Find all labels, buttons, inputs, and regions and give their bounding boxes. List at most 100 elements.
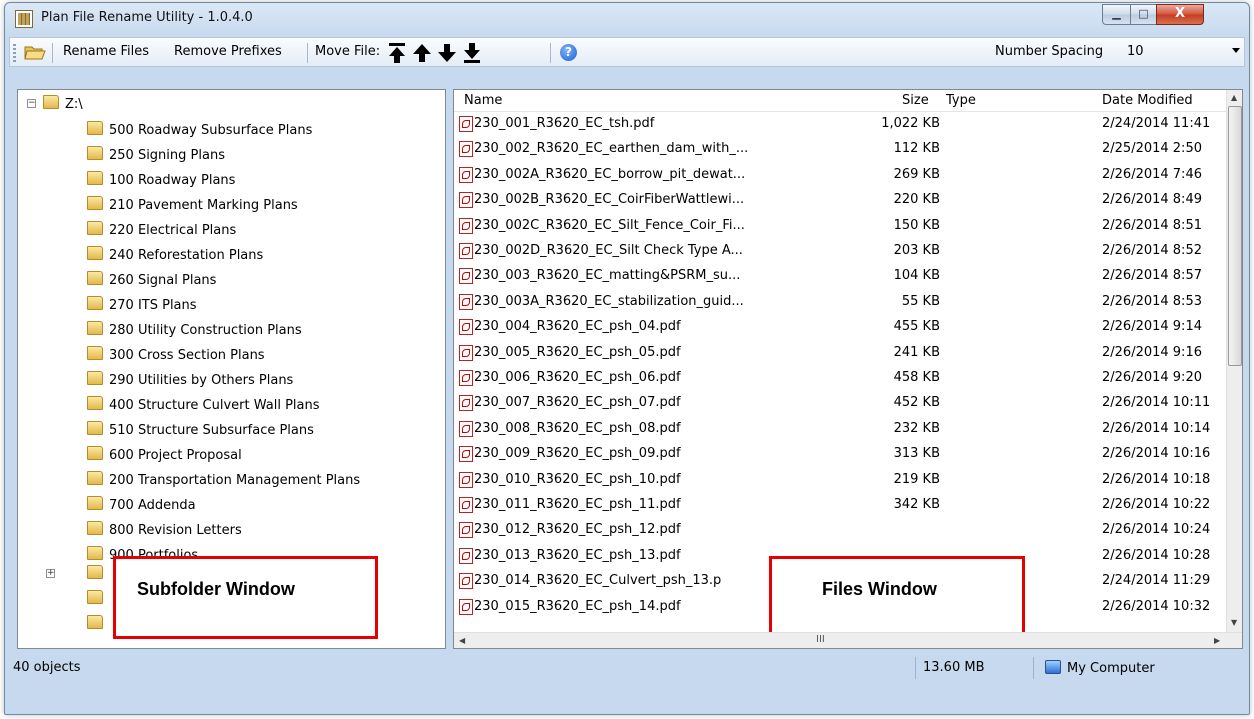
scroll-grip[interactable]: III xyxy=(816,634,825,645)
file-name: 230_008_R3620_EC_psh_08.pdf xyxy=(474,420,681,436)
rename-files-button[interactable]: Rename Files xyxy=(63,44,149,59)
tree-folder[interactable]: 240 Reforestation Plans xyxy=(87,245,263,265)
subfolder-tree[interactable]: − Z:\ 500 Roadway Subsurface Plans 250 Si… xyxy=(17,89,446,649)
folder-icon xyxy=(87,196,103,210)
tree-folder[interactable]: 250 Signing Plans xyxy=(87,145,225,165)
remove-prefixes-button[interactable]: Remove Prefixes xyxy=(174,44,282,59)
tree-root[interactable]: Z:\ xyxy=(43,94,83,114)
tree-folder[interactable] xyxy=(87,564,109,584)
file-row[interactable]: 230_007_R3620_EC_psh_07.pdf 452 KB 2/26/20… xyxy=(454,393,1226,414)
tree-folder-label: 700 Addenda xyxy=(109,498,196,513)
tree-folder[interactable]: 510 Structure Subsurface Plans xyxy=(87,420,314,440)
file-row[interactable]: 230_001_R3620_EC_tsh.pdf 1,022 KB 2/24/201… xyxy=(454,114,1226,135)
tree-folder[interactable]: 700 Addenda xyxy=(87,495,196,515)
file-row[interactable]: 230_004_R3620_EC_psh_04.pdf 455 KB 2/26/20… xyxy=(454,317,1226,338)
file-date: 2/26/2014 10:28 xyxy=(1102,547,1211,563)
toolbar-separator xyxy=(52,43,53,63)
file-row[interactable]: 230_010_R3620_EC_psh_10.pdf 219 KB 2/26/20… xyxy=(454,470,1226,491)
scroll-up-icon[interactable]: ▲ xyxy=(1231,93,1237,102)
file-size: 112 KB xyxy=(893,141,940,157)
files-list[interactable]: Name Size Type Date Modified 230_001_R36… xyxy=(453,89,1243,649)
folder-icon xyxy=(87,396,103,410)
file-row[interactable]: 230_002B_R3620_EC_CoirFiberWattlewi... 22… xyxy=(454,190,1226,211)
number-spacing-select[interactable]: 10 xyxy=(1122,41,1244,64)
tree-folder[interactable]: 260 Signal Plans xyxy=(87,270,216,290)
tree-folder[interactable]: 500 Roadway Subsurface Plans xyxy=(87,120,312,140)
file-row[interactable]: 230_003A_R3620_EC_stabilization_guid... 5… xyxy=(454,292,1226,313)
move-down-icon[interactable] xyxy=(437,42,457,64)
tree-folder[interactable]: 200 Transportation Management Plans xyxy=(87,470,360,490)
pdf-icon xyxy=(459,547,473,564)
tree-folder[interactable]: 800 Revision Letters xyxy=(87,520,242,540)
tree-folder-label: 500 Roadway Subsurface Plans xyxy=(109,123,313,138)
open-folder-icon[interactable] xyxy=(24,43,46,61)
pdf-icon xyxy=(459,217,473,234)
tree-folder[interactable]: 100 Roadway Plans xyxy=(87,170,235,190)
file-row[interactable]: 230_008_R3620_EC_psh_08.pdf 232 KB 2/26/20… xyxy=(454,419,1226,440)
tree-folder-label: 210 Pavement Marking Plans xyxy=(109,198,298,213)
folder-icon xyxy=(87,521,103,535)
pdf-icon xyxy=(459,141,473,158)
status-location-label: My Computer xyxy=(1067,661,1155,676)
tree-folder[interactable]: 280 Utility Construction Plans xyxy=(87,320,302,340)
help-icon[interactable]: ? xyxy=(560,44,577,61)
maximize-button[interactable]: □ xyxy=(1130,4,1157,25)
tree-folder[interactable]: 290 Utilities by Others Plans xyxy=(87,370,293,390)
minimize-button[interactable]: ▁ xyxy=(1102,4,1131,25)
title-bar[interactable]: Plan File Rename Utility - 1.0.4.0 ▁ □ X xyxy=(5,3,1249,35)
file-row[interactable]: 230_012_R3620_EC_psh_12.pdf 2/26/2014 10:… xyxy=(454,520,1226,541)
tree-folder-label: 260 Signal Plans xyxy=(109,273,217,288)
file-row[interactable]: 230_006_R3620_EC_psh_06.pdf 458 KB 2/26/20… xyxy=(454,368,1226,389)
window-title: Plan File Rename Utility - 1.0.4.0 xyxy=(41,10,253,25)
vertical-scrollbar[interactable]: ▲ ▼ xyxy=(1226,90,1242,632)
move-up-icon[interactable] xyxy=(412,42,432,64)
tree-folder[interactable]: 400 Structure Culvert Wall Plans xyxy=(87,395,320,415)
vertical-scroll-thumb[interactable] xyxy=(1228,106,1242,366)
status-location: My Computer xyxy=(1045,657,1155,679)
file-date: 2/26/2014 10:14 xyxy=(1102,420,1211,436)
tree-folder[interactable] xyxy=(87,614,109,634)
subfolder-window-callout: Subfolder Window xyxy=(113,556,378,639)
file-row[interactable]: 230_005_R3620_EC_psh_05.pdf 241 KB 2/26/20… xyxy=(454,343,1226,364)
tree-folder-label: 250 Signing Plans xyxy=(109,148,225,163)
folder-icon xyxy=(87,615,103,629)
pdf-icon xyxy=(459,268,473,285)
file-row[interactable]: 230_002_R3620_EC_earthen_dam_with_... 112… xyxy=(454,139,1226,160)
tree-folder[interactable] xyxy=(87,589,109,609)
column-name[interactable]: Name xyxy=(464,93,502,108)
pdf-icon xyxy=(459,395,473,412)
tree-folder[interactable]: 270 ITS Plans xyxy=(87,295,197,315)
tree-folder[interactable]: 300 Cross Section Plans xyxy=(87,345,265,365)
scroll-left-icon[interactable]: ◀ xyxy=(459,636,465,645)
scroll-down-icon[interactable]: ▼ xyxy=(1231,618,1237,627)
file-row[interactable]: 230_002D_R3620_EC_Silt Check Type A... 20… xyxy=(454,241,1226,262)
column-type[interactable]: Type xyxy=(946,93,976,108)
file-row[interactable]: 230_009_R3620_EC_psh_09.pdf 313 KB 2/26/20… xyxy=(454,444,1226,465)
pdf-icon xyxy=(459,446,473,463)
tree-folder-label: 100 Roadway Plans xyxy=(109,173,236,188)
chevron-down-icon[interactable] xyxy=(1232,48,1240,53)
tree-folder[interactable]: 220 Electrical Plans xyxy=(87,220,236,240)
toolbar-grip[interactable] xyxy=(13,44,16,62)
file-date: 2/26/2014 10:24 xyxy=(1102,522,1211,538)
collapse-icon[interactable]: − xyxy=(27,99,36,108)
file-row[interactable]: 230_002C_R3620_EC_Silt_Fence_Coir_Fi... 1… xyxy=(454,216,1226,237)
close-button[interactable]: X xyxy=(1156,4,1204,25)
move-to-top-icon[interactable] xyxy=(387,42,407,64)
folder-icon xyxy=(87,421,103,435)
expand-icon[interactable]: + xyxy=(46,569,55,578)
move-to-bottom-icon[interactable] xyxy=(462,42,482,64)
tree-folder[interactable]: 210 Pavement Marking Plans xyxy=(87,195,298,215)
scroll-right-icon[interactable]: ▶ xyxy=(1214,636,1220,645)
column-size[interactable]: Size xyxy=(902,93,929,108)
file-size: 455 KB xyxy=(893,319,940,335)
pdf-icon xyxy=(459,116,473,132)
file-row[interactable]: 230_002A_R3620_EC_borrow_pit_dewat... 269… xyxy=(454,165,1226,186)
horizontal-scrollbar[interactable]: ◀ III ▶ xyxy=(454,632,1242,648)
status-object-count: 40 objects xyxy=(13,660,81,675)
file-size: 150 KB xyxy=(893,217,940,233)
column-date-modified[interactable]: Date Modified xyxy=(1102,93,1193,108)
file-row[interactable]: 230_011_R3620_EC_psh_11.pdf 342 KB 2/26/20… xyxy=(454,495,1226,516)
file-row[interactable]: 230_003_R3620_EC_matting&PSRM_su... 104 K… xyxy=(454,266,1226,287)
tree-folder[interactable]: 600 Project Proposal xyxy=(87,445,242,465)
